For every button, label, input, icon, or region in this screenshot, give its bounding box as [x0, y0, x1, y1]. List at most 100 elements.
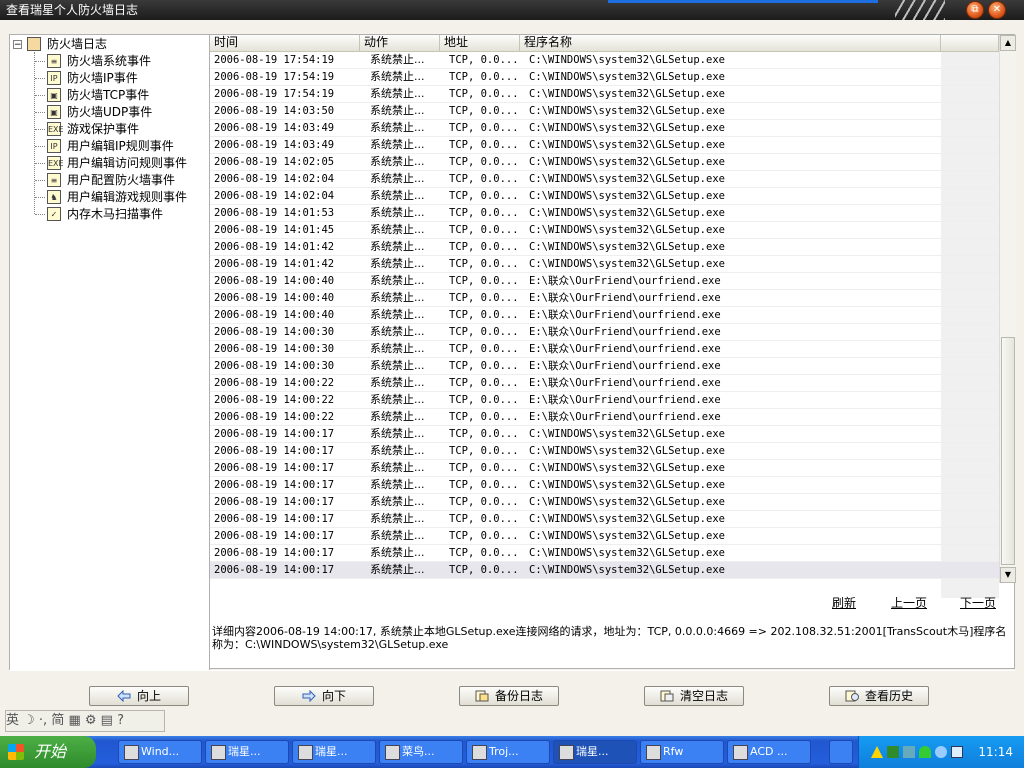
- cell-address: TCP, 0.0...: [449, 445, 519, 457]
- view-history-label: 查看历史: [864, 689, 913, 703]
- cell-action: 系统禁止...: [370, 121, 425, 134]
- tree-item[interactable]: ▣ 防火墙TCP事件: [10, 87, 208, 104]
- taskbar-task[interactable]: Troj...: [466, 740, 550, 764]
- tree-item[interactable]: IP 防火墙IP事件: [10, 70, 208, 87]
- table-row[interactable]: 2006-08-19 14:03:49 系统禁止... TCP, 0.0... C:\…: [210, 137, 999, 154]
- taskbar-task[interactable]: ACD ...: [727, 740, 811, 764]
- taskbar-task[interactable]: 瑞星...: [553, 740, 637, 764]
- tree-connector: [35, 78, 45, 79]
- tree-item[interactable]: ≡ 用户配置防火墙事件: [10, 172, 208, 189]
- table-row[interactable]: 2006-08-19 14:00:40 系统禁止... TCP, 0.0... E:\…: [210, 290, 999, 307]
- move-down-button[interactable]: 向下: [274, 686, 374, 706]
- table-row[interactable]: 2006-08-19 14:00:17 系统禁止... TCP, 0.0... C:\…: [210, 460, 999, 477]
- clock[interactable]: 11:14: [978, 736, 1013, 768]
- app-icon: [211, 745, 226, 760]
- network-icon[interactable]: [887, 746, 899, 758]
- umbrella-icon[interactable]: [919, 746, 931, 758]
- log-category-tree[interactable]: − 防火墙日志 ≡ 防火墙系统事件 IP 防火墙IP事件 ▣ 防火墙TCP事件 ▣ 防火墙UD…: [9, 34, 210, 671]
- backup-log-button[interactable]: 备份日志: [459, 686, 559, 706]
- table-row[interactable]: 2006-08-19 14:02:04 系统禁止... TCP, 0.0... C:\…: [210, 188, 999, 205]
- taskbar-task[interactable]: Rfw: [640, 740, 724, 764]
- table-row[interactable]: 2006-08-19 14:00:30 系统禁止... TCP, 0.0... E:\…: [210, 341, 999, 358]
- quick-launch-icon[interactable]: [829, 740, 853, 764]
- volume-icon[interactable]: [951, 746, 963, 758]
- tree-item[interactable]: EXE 用户编辑访问规则事件: [10, 155, 208, 172]
- table-row[interactable]: 2006-08-19 14:00:17 系统禁止... TCP, 0.0... C:\…: [210, 477, 999, 494]
- column-header-action[interactable]: 动作: [360, 35, 440, 51]
- table-row[interactable]: 2006-08-19 14:03:49 系统禁止... TCP, 0.0... C:\…: [210, 120, 999, 137]
- cell-address: TCP, 0.0...: [449, 309, 519, 321]
- tree-root-firewall-log[interactable]: − 防火墙日志: [10, 36, 208, 53]
- view-history-button[interactable]: 查看历史: [829, 686, 929, 706]
- window-title-bar[interactable]: 查看瑞星个人防火墙日志 ⧉ ✕: [0, 0, 1024, 20]
- table-row[interactable]: 2006-08-19 17:54:19 系统禁止... TCP, 0.0... C:\…: [210, 69, 999, 86]
- column-header-program[interactable]: 程序名称: [520, 35, 941, 51]
- cell-action: 系统禁止...: [370, 393, 425, 406]
- tree-item[interactable]: IP 用户编辑IP规则事件: [10, 138, 208, 155]
- table-row[interactable]: 2006-08-19 14:03:50 系统禁止... TCP, 0.0... C:\…: [210, 103, 999, 120]
- table-row[interactable]: 2006-08-19 14:00:17 系统禁止... TCP, 0.0... C:\…: [210, 494, 999, 511]
- close-button[interactable]: ✕: [988, 1, 1006, 19]
- table-row[interactable]: 2006-08-19 14:00:17 系统禁止... TCP, 0.0... C:\…: [210, 528, 999, 545]
- cell-action: 系统禁止...: [370, 274, 425, 287]
- taskbar-task[interactable]: Wind...: [118, 740, 202, 764]
- scroll-down-arrow-icon[interactable]: ▼: [1000, 567, 1016, 583]
- table-row[interactable]: 2006-08-19 14:01:45 系统禁止... TCP, 0.0... C:\…: [210, 222, 999, 239]
- cell-action: 系统禁止...: [370, 189, 425, 202]
- table-row[interactable]: 2006-08-19 14:00:17 系统禁止... TCP, 0.0... C:\…: [210, 562, 999, 579]
- table-row[interactable]: 2006-08-19 14:02:05 系统禁止... TCP, 0.0... C:\…: [210, 154, 999, 171]
- vertical-scrollbar[interactable]: ▲ ▼: [999, 35, 1016, 583]
- refresh-link[interactable]: 刷新: [832, 594, 856, 611]
- move-up-button[interactable]: 向上: [89, 686, 189, 706]
- tree-item[interactable]: EXE 游戏保护事件: [10, 121, 208, 138]
- tree-item[interactable]: ✓ 内存木马扫描事件: [10, 206, 208, 223]
- table-row[interactable]: 2006-08-19 14:02:04 系统禁止... TCP, 0.0... C:\…: [210, 171, 999, 188]
- scroll-thumb[interactable]: [1001, 337, 1015, 565]
- tree-item[interactable]: ▣ 防火墙UDP事件: [10, 104, 208, 121]
- table-row[interactable]: 2006-08-19 14:00:17 系统禁止... TCP, 0.0... C:\…: [210, 511, 999, 528]
- column-header-time[interactable]: 时间: [210, 35, 360, 51]
- taskbar-task[interactable]: 菜鸟...: [379, 740, 463, 764]
- table-row[interactable]: 2006-08-19 14:00:17 系统禁止... TCP, 0.0... C:\…: [210, 426, 999, 443]
- prev-page-link[interactable]: 上一页: [891, 594, 927, 611]
- tree-item[interactable]: ♞ 用户编辑游戏规则事件: [10, 189, 208, 206]
- taskbar-task[interactable]: 瑞星...: [292, 740, 376, 764]
- monitor-icon[interactable]: [903, 746, 915, 758]
- tree-item[interactable]: ≡ 防火墙系统事件: [10, 53, 208, 70]
- table-row[interactable]: 2006-08-19 14:00:22 系统禁止... TCP, 0.0... E:\…: [210, 409, 999, 426]
- clear-log-button[interactable]: 清空日志: [644, 686, 744, 706]
- table-row[interactable]: 2006-08-19 14:01:42 系统禁止... TCP, 0.0... C:\…: [210, 256, 999, 273]
- table-row[interactable]: 2006-08-19 17:54:19 系统禁止... TCP, 0.0... C:\…: [210, 86, 999, 103]
- start-button[interactable]: 开始: [0, 736, 96, 768]
- column-header-address[interactable]: 地址: [440, 35, 520, 51]
- tree-collapse-icon[interactable]: −: [13, 40, 22, 50]
- table-row[interactable]: 2006-08-19 14:00:22 系统禁止... TCP, 0.0... E:\…: [210, 375, 999, 392]
- warning-icon[interactable]: [871, 746, 883, 758]
- table-row[interactable]: 2006-08-19 14:00:17 系统禁止... TCP, 0.0... C:\…: [210, 545, 999, 562]
- cell-time: 2006-08-19 17:54:19: [214, 54, 335, 66]
- table-row[interactable]: 2006-08-19 14:00:17 系统禁止... TCP, 0.0... C:\…: [210, 443, 999, 460]
- table-row[interactable]: 2006-08-19 14:00:30 系统禁止... TCP, 0.0... E:\…: [210, 358, 999, 375]
- taskbar-task[interactable]: 瑞星...: [205, 740, 289, 764]
- cell-address: TCP, 0.0...: [449, 377, 519, 389]
- table-row[interactable]: 2006-08-19 14:00:40 系统禁止... TCP, 0.0... E:\…: [210, 273, 999, 290]
- table-row[interactable]: 2006-08-19 14:00:40 系统禁止... TCP, 0.0... E:\…: [210, 307, 999, 324]
- cell-address: TCP, 0.0...: [449, 547, 519, 559]
- table-row[interactable]: 2006-08-19 14:00:30 系统禁止... TCP, 0.0... E:\…: [210, 324, 999, 341]
- ime-toolbar[interactable]: 英 ☽ ·, 简 ▦ ⚙ ▤ ?: [5, 710, 165, 732]
- tree-connector: [35, 197, 45, 198]
- table-row[interactable]: 2006-08-19 14:01:53 系统禁止... TCP, 0.0... C:\…: [210, 205, 999, 222]
- app-icon: [559, 745, 574, 760]
- scroll-up-arrow-icon[interactable]: ▲: [1000, 35, 1016, 51]
- cell-program: E:\联众\OurFriend\ourfriend.exe: [529, 326, 721, 338]
- restore-button[interactable]: ⧉: [966, 1, 984, 19]
- ime-status-text[interactable]: 英 ☽ ·, 简 ▦ ⚙ ▤ ?: [6, 713, 124, 728]
- next-page-link[interactable]: 下一页: [960, 594, 996, 611]
- column-header-extra[interactable]: [941, 35, 999, 51]
- table-row[interactable]: 2006-08-19 14:00:22 系统禁止... TCP, 0.0... E:\…: [210, 392, 999, 409]
- table-row[interactable]: 2006-08-19 14:01:42 系统禁止... TCP, 0.0... C:\…: [210, 239, 999, 256]
- cell-action: 系统禁止...: [370, 495, 425, 508]
- shield-tray-icon[interactable]: [935, 746, 947, 758]
- table-row[interactable]: 2006-08-19 17:54:19 系统禁止... TCP, 0.0... C:\…: [210, 52, 999, 69]
- cell-time: 2006-08-19 14:00:40: [214, 292, 335, 304]
